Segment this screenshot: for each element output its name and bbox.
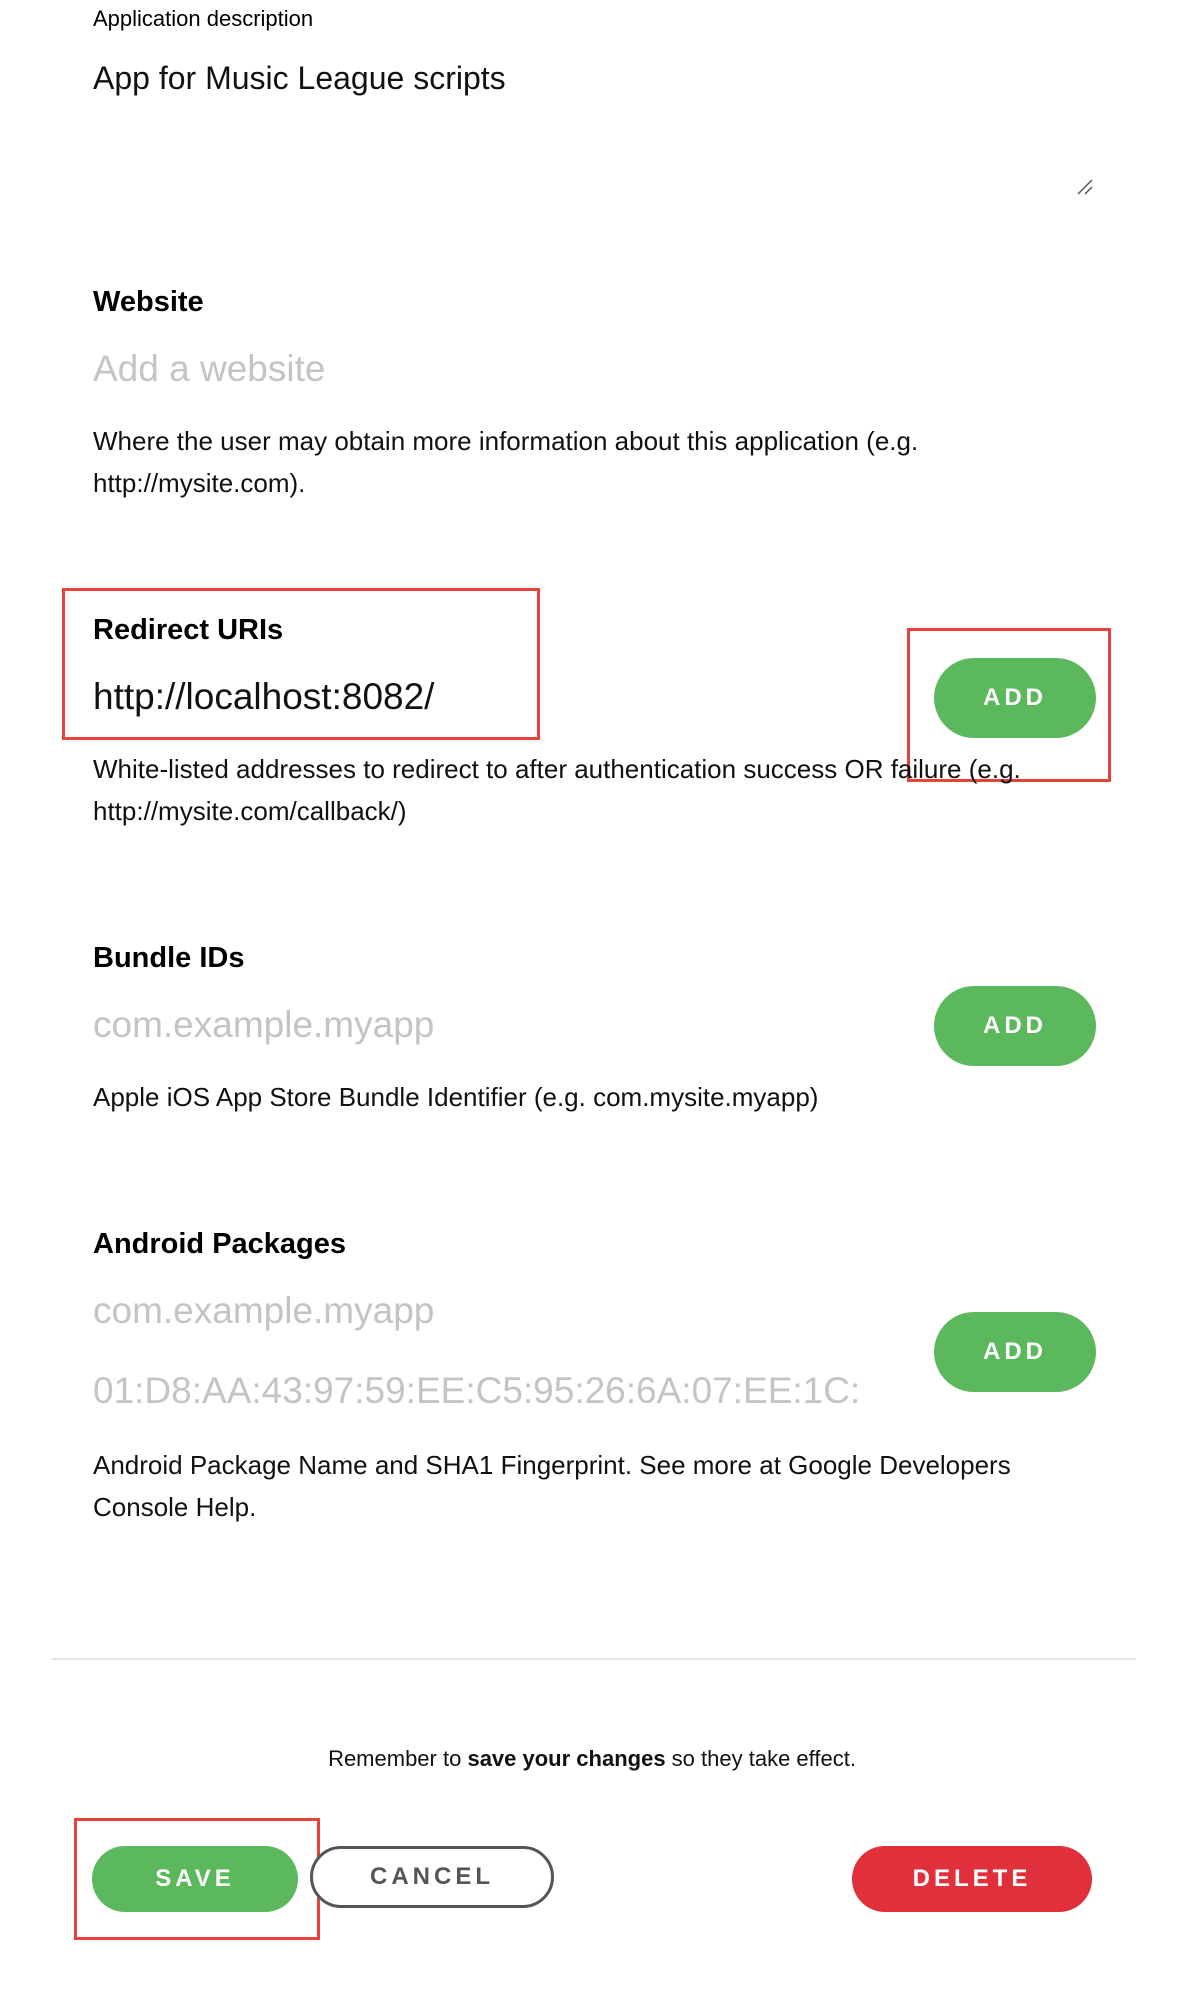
bundle-ids-heading: Bundle IDs [93,942,245,974]
cancel-button[interactable]: CANCEL [310,1846,554,1908]
save-reminder-note: Remember to save your changes so they ta… [328,1746,856,1771]
website-help-text: Where the user may obtain more informati… [93,426,919,498]
save-button[interactable]: SAVE [92,1846,298,1912]
bundle-add-button[interactable]: ADD [934,986,1096,1066]
redirect-help-text: White-listed addresses to redirect to af… [93,754,1021,826]
footer-divider [52,1658,1136,1660]
delete-button[interactable]: DELETE [852,1846,1092,1912]
bundle-id-input[interactable]: com.example.myapp [93,1004,434,1046]
android-packages-heading: Android Packages [93,1228,347,1260]
android-fingerprint-input[interactable]: 01:D8:AA:43:97:59:EE:C5:95:26:6A:07:EE:1… [93,1370,913,1412]
android-add-button[interactable]: ADD [934,1312,1096,1392]
website-heading: Website [93,286,204,318]
app-description-label: Application description [93,6,314,31]
bundle-help-text: Apple iOS App Store Bundle Identifier (e… [93,1082,819,1112]
website-input[interactable]: Add a website [93,348,325,390]
resize-handle-icon[interactable] [1076,178,1094,196]
redirect-uri-input[interactable]: http://localhost:8082/ [93,676,434,718]
android-help-text: Android Package Name and SHA1 Fingerprin… [93,1450,1011,1522]
redirect-uris-heading: Redirect URIs [93,614,284,646]
android-package-input[interactable]: com.example.myapp [93,1290,434,1332]
app-description-input[interactable]: App for Music League scripts [93,60,506,97]
